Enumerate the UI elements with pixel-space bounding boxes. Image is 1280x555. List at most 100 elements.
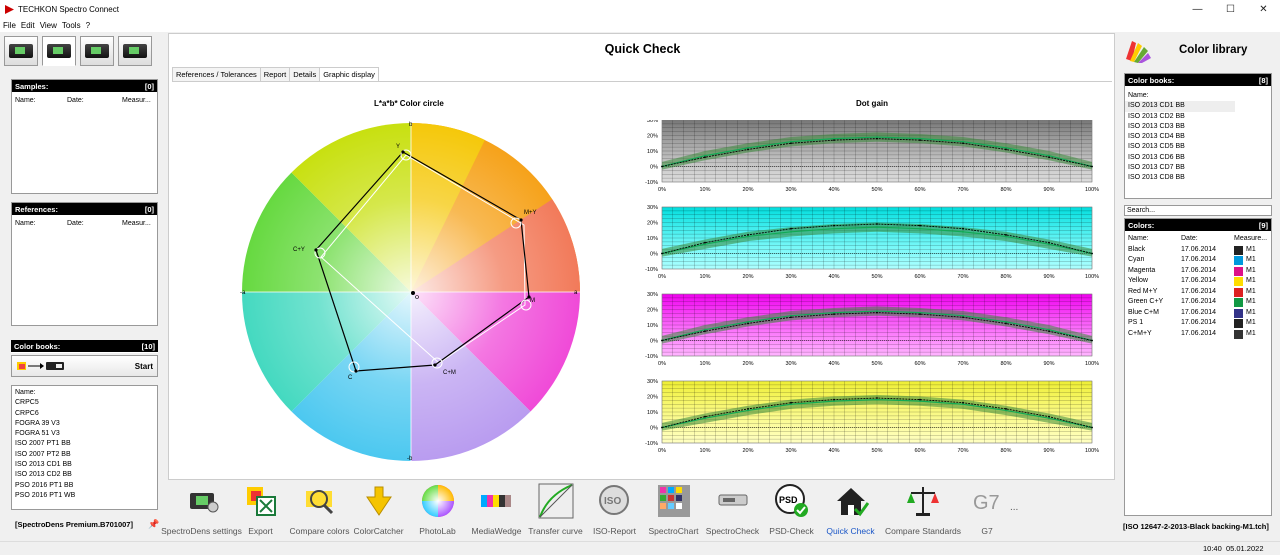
tool-g7[interactable]: G7 G7 bbox=[966, 480, 1008, 537]
tool-transfer-curve[interactable]: Transfer curve bbox=[526, 480, 585, 537]
menu-edit[interactable]: Edit bbox=[21, 21, 35, 30]
list-item[interactable]: ISO 2013 CD1 BB bbox=[1125, 101, 1235, 112]
table-row[interactable]: Green C+Y 17.06.2014 M1 bbox=[1125, 297, 1271, 308]
point-label: C+Y bbox=[293, 247, 305, 253]
list-item[interactable]: ISO 2007 PT1 BB bbox=[12, 439, 157, 449]
col-date[interactable]: Date: bbox=[1181, 234, 1234, 245]
tab-graphic-display[interactable]: Graphic display bbox=[319, 67, 379, 81]
data-point bbox=[833, 400, 835, 403]
x-tick-label: 30% bbox=[785, 187, 796, 193]
col-name[interactable]: Name: bbox=[12, 388, 157, 398]
tool-spectrodens-settings[interactable]: SpectroDens settings bbox=[161, 480, 242, 537]
library-books-title: Color books: bbox=[1128, 75, 1175, 85]
menu-file[interactable]: File bbox=[3, 21, 16, 30]
x-tick-label: 20% bbox=[742, 274, 753, 280]
list-item[interactable]: CRPC6 bbox=[12, 409, 157, 419]
list-item[interactable]: CRPC5 bbox=[12, 398, 157, 408]
list-item[interactable]: ISO 2013 CD8 BB bbox=[1125, 173, 1271, 183]
tool-export[interactable]: Export bbox=[231, 480, 290, 537]
color-measure: M1 bbox=[1246, 308, 1256, 316]
list-item[interactable]: ISO 2013 CD2 BB bbox=[12, 470, 157, 480]
device-serial: [SpectroDens Premium.B701007] bbox=[15, 520, 133, 529]
col-date[interactable]: Date: bbox=[67, 97, 122, 104]
data-point bbox=[704, 243, 706, 246]
table-row[interactable]: Blue C+M 17.06.2014 M1 bbox=[1125, 308, 1271, 319]
list-item[interactable]: FOGRA 39 V3 bbox=[12, 419, 157, 429]
window-title: TECHKON Spectro Connect bbox=[18, 5, 119, 14]
search-input[interactable]: Search... bbox=[1124, 205, 1272, 216]
data-point bbox=[1048, 243, 1050, 246]
tool-quick-check[interactable]: Quick Check bbox=[821, 480, 880, 537]
list-item[interactable]: ISO 2013 CD5 BB bbox=[1125, 142, 1271, 152]
tool-psd-check[interactable]: PSD PSD-Check bbox=[762, 480, 821, 537]
more-tools-button[interactable]: ... bbox=[1010, 502, 1018, 537]
table-row[interactable]: Black 17.06.2014 M1 bbox=[1125, 245, 1271, 256]
list-item[interactable]: FOGRA 51 V3 bbox=[12, 429, 157, 439]
list-item[interactable]: ISO 2013 CD3 BB bbox=[1125, 122, 1271, 132]
tool-mediawedge[interactable]: MediaWedge bbox=[467, 480, 526, 537]
right-panel: Color library Color books: [8] Name: ISO … bbox=[1118, 33, 1280, 541]
table-row[interactable]: Red M+Y 17.06.2014 M1 bbox=[1125, 287, 1271, 298]
device-tab-3[interactable] bbox=[80, 36, 114, 66]
library-colors-count: [9] bbox=[1258, 220, 1268, 230]
x-tick-label: 70% bbox=[957, 361, 968, 367]
tool-spectrocheck[interactable]: SpectroCheck bbox=[703, 480, 762, 537]
col-name[interactable]: Name: bbox=[15, 97, 67, 104]
tool-colorcatcher[interactable]: ColorCatcher bbox=[349, 480, 408, 537]
tool-photolab[interactable]: PhotoLab bbox=[408, 480, 467, 537]
col-name[interactable]: Name: bbox=[1128, 234, 1181, 245]
table-row[interactable]: C+M+Y 17.06.2014 M1 bbox=[1125, 329, 1271, 340]
menu-view[interactable]: View bbox=[40, 21, 57, 30]
color-library-title: Color library bbox=[1179, 44, 1248, 56]
minimize-button[interactable]: — bbox=[1181, 0, 1214, 19]
status-bar: 10:40 05.01.2022 bbox=[0, 541, 1280, 555]
table-row[interactable]: Magenta 17.06.2014 M1 bbox=[1125, 266, 1271, 277]
col-measure[interactable]: Measur... bbox=[122, 97, 151, 104]
list-item[interactable]: ISO 2013 CD6 BB bbox=[1125, 153, 1271, 163]
tab-details[interactable]: Details bbox=[289, 67, 321, 81]
x-tick-label: 40% bbox=[828, 448, 839, 454]
tool-compare-standards[interactable]: Compare Standards bbox=[880, 480, 966, 537]
main-content: Quick Check References / Tolerances Repo… bbox=[168, 33, 1115, 480]
data-point bbox=[919, 227, 921, 230]
tool-iso-report[interactable]: ISO ISO-Report bbox=[585, 480, 644, 537]
tool-spectrochart[interactable]: SpectroChart bbox=[644, 480, 703, 537]
x-tick-label: 0% bbox=[658, 448, 666, 454]
tool-compare-colors[interactable]: Compare colors bbox=[290, 480, 350, 537]
list-item[interactable]: ISO 2007 PT2 BB bbox=[12, 450, 157, 460]
color-name: PS 1 bbox=[1128, 319, 1144, 326]
col-measure[interactable]: Measur... bbox=[122, 220, 151, 227]
col-name[interactable]: Name: bbox=[15, 220, 67, 227]
table-row[interactable]: PS 1 17.06.2014 M1 bbox=[1125, 318, 1271, 329]
table-row[interactable]: Yellow 17.06.2014 M1 bbox=[1125, 276, 1271, 287]
start-transfer-button[interactable]: Start bbox=[11, 355, 158, 377]
tab-report[interactable]: Report bbox=[259, 67, 291, 81]
menu-tools[interactable]: Tools bbox=[62, 21, 81, 30]
color-swatch bbox=[1234, 256, 1243, 265]
color-name: Green C+Y bbox=[1128, 298, 1164, 305]
col-date[interactable]: Date: bbox=[67, 220, 122, 227]
maximize-button[interactable]: ☐ bbox=[1214, 0, 1247, 19]
list-item[interactable]: ISO 2013 CD4 BB bbox=[1125, 132, 1271, 142]
list-item[interactable]: PSO 2016 PT1 BB bbox=[12, 481, 157, 491]
y-tick-label: 10% bbox=[647, 323, 658, 329]
list-item[interactable]: ISO 2013 CD1 BB bbox=[12, 460, 157, 470]
list-item[interactable]: ISO 2013 CD2 BB bbox=[1125, 112, 1271, 122]
paper-point bbox=[411, 291, 415, 295]
tab-references-tolerances[interactable]: References / Tolerances bbox=[172, 67, 261, 81]
color-measure: M1 bbox=[1246, 277, 1256, 284]
data-point bbox=[1091, 165, 1093, 168]
data-point bbox=[962, 230, 964, 233]
col-measure[interactable]: Measure... bbox=[1234, 234, 1267, 245]
device-icon bbox=[9, 44, 33, 58]
col-name[interactable]: Name: bbox=[1125, 91, 1271, 101]
close-button[interactable]: ✕ bbox=[1247, 0, 1280, 19]
pin-icon[interactable]: 📌 bbox=[148, 519, 159, 530]
device-tab-1[interactable] bbox=[4, 36, 38, 66]
menu-help[interactable]: ? bbox=[86, 21, 90, 30]
list-item[interactable]: PSO 2016 PT1 WB bbox=[12, 491, 157, 501]
table-row[interactable]: Cyan 17.06.2014 M1 bbox=[1125, 255, 1271, 266]
device-tab-4[interactable] bbox=[118, 36, 152, 66]
list-item[interactable]: ISO 2013 CD7 BB bbox=[1125, 163, 1271, 173]
device-tab-2[interactable] bbox=[42, 36, 76, 66]
